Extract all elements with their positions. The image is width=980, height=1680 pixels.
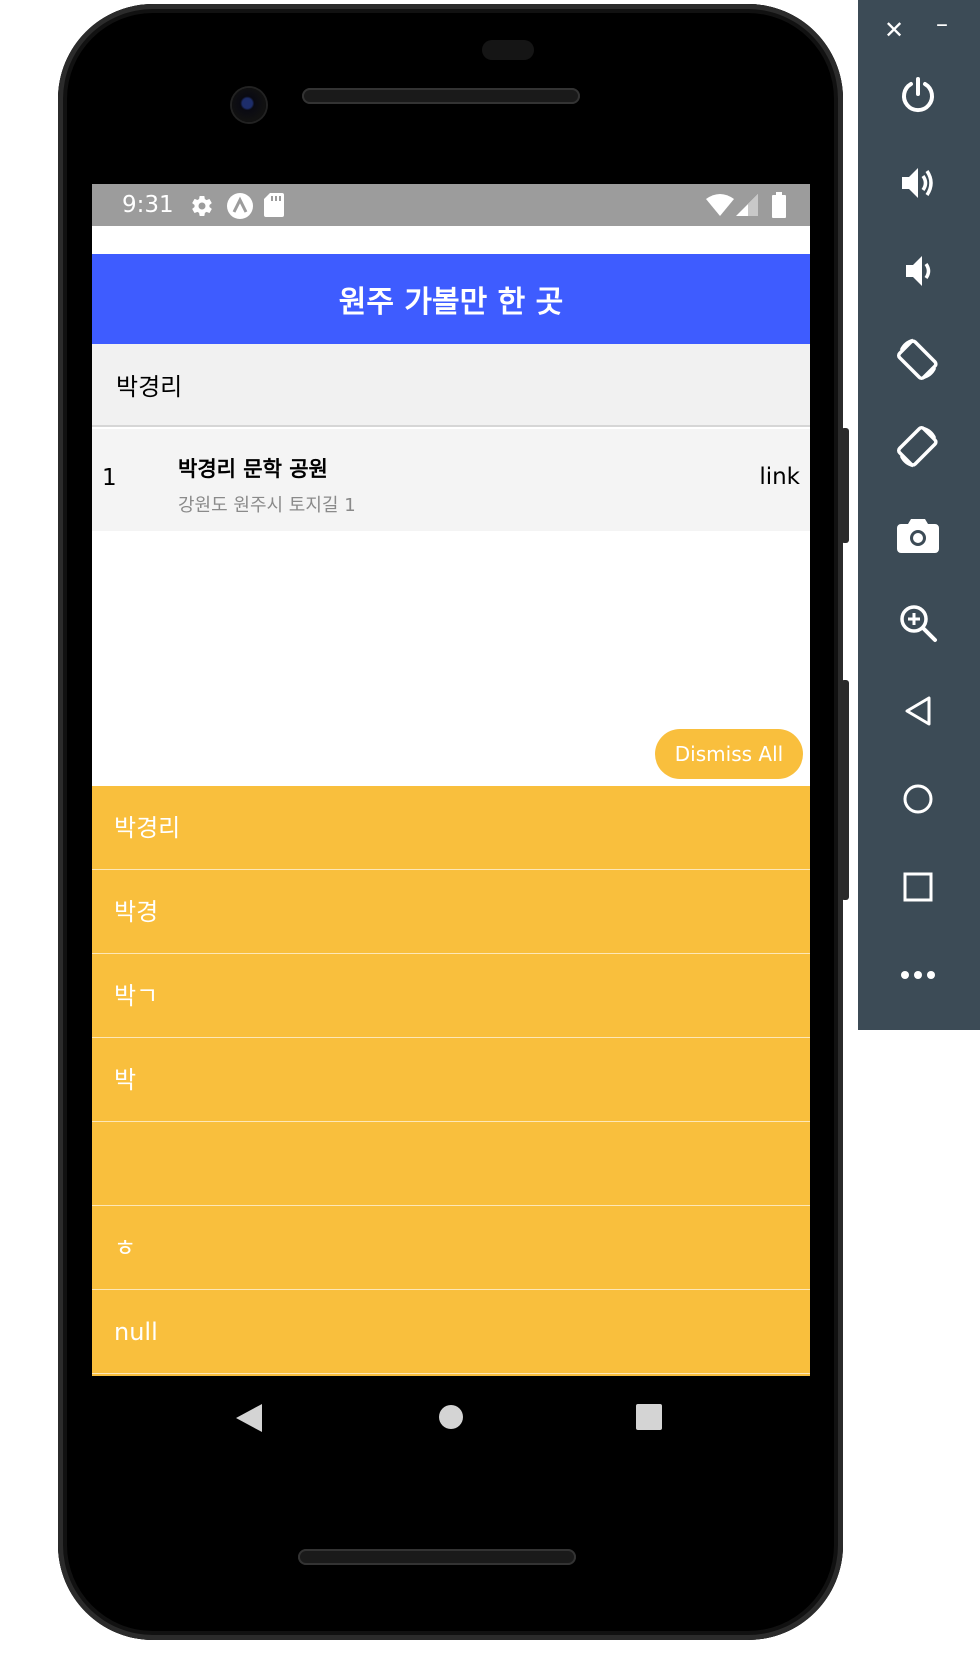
- back-icon[interactable]: [883, 676, 953, 746]
- app-bar: 원주 가볼만 한 곳: [92, 254, 810, 344]
- search-input[interactable]: [116, 364, 776, 404]
- camera-icon[interactable]: [883, 500, 953, 570]
- close-icon[interactable]: ✕: [884, 16, 904, 44]
- home-icon[interactable]: [438, 1404, 464, 1434]
- result-index: 1: [102, 465, 117, 491]
- top-speaker: [302, 88, 580, 104]
- volume-up-icon[interactable]: [883, 148, 953, 218]
- phone-side-button-volume: [841, 680, 849, 900]
- battery-icon: [772, 192, 786, 218]
- history-item[interactable]: ㅎ: [92, 1206, 810, 1290]
- result-row[interactable]: 1 박경리 문학 공원 강원도 원주시 토지길 1 link: [92, 429, 810, 531]
- front-camera: [232, 88, 266, 122]
- navigation-bar: [92, 1376, 810, 1460]
- result-link[interactable]: link: [759, 464, 800, 490]
- gear-icon: [190, 194, 214, 218]
- result-name: 박경리 문학 공원: [178, 457, 328, 481]
- device-screen: 9:31 원주 가볼만 한 곳 1 박경리 문학 공원 강원도 원주시 토지길 …: [92, 184, 810, 1376]
- status-bar: 9:31: [92, 184, 810, 226]
- volume-down-icon[interactable]: [883, 236, 953, 306]
- emulator-toolbar: ✕ –: [858, 0, 980, 1030]
- bottom-speaker: [298, 1549, 576, 1565]
- wifi-icon: [706, 194, 734, 216]
- app-title: 원주 가볼만 한 곳: [338, 285, 564, 320]
- sd-card-icon: [264, 193, 284, 217]
- history-item[interactable]: 박: [92, 1038, 810, 1122]
- phone-side-button-power: [841, 428, 849, 543]
- overview-icon[interactable]: [883, 852, 953, 922]
- a-circle-icon: [226, 192, 254, 220]
- history-item[interactable]: 박ㄱ: [92, 954, 810, 1038]
- search-bar: [92, 344, 810, 427]
- history-item[interactable]: 박경리: [92, 786, 810, 870]
- power-icon[interactable]: [883, 60, 953, 130]
- proximity-sensor: [482, 40, 534, 60]
- more-icon[interactable]: [883, 940, 953, 1010]
- overview-icon[interactable]: [636, 1404, 662, 1434]
- home-icon[interactable]: [883, 764, 953, 834]
- rotate-right-icon[interactable]: [883, 412, 953, 482]
- status-time: 9:31: [122, 192, 174, 218]
- history-item[interactable]: [92, 1122, 810, 1206]
- dismiss-all-button[interactable]: Dismiss All: [655, 729, 803, 779]
- search-history-list: 박경리 박경 박ㄱ 박 ㅎ null: [92, 786, 810, 1376]
- zoom-icon[interactable]: [883, 588, 953, 658]
- history-item[interactable]: null: [92, 1290, 810, 1374]
- result-address: 강원도 원주시 토지길 1: [178, 495, 356, 516]
- history-item[interactable]: 박경: [92, 870, 810, 954]
- back-icon[interactable]: [236, 1404, 262, 1436]
- signal-icon: [736, 194, 758, 216]
- rotate-left-icon[interactable]: [883, 324, 953, 394]
- minimize-icon[interactable]: –: [936, 10, 948, 38]
